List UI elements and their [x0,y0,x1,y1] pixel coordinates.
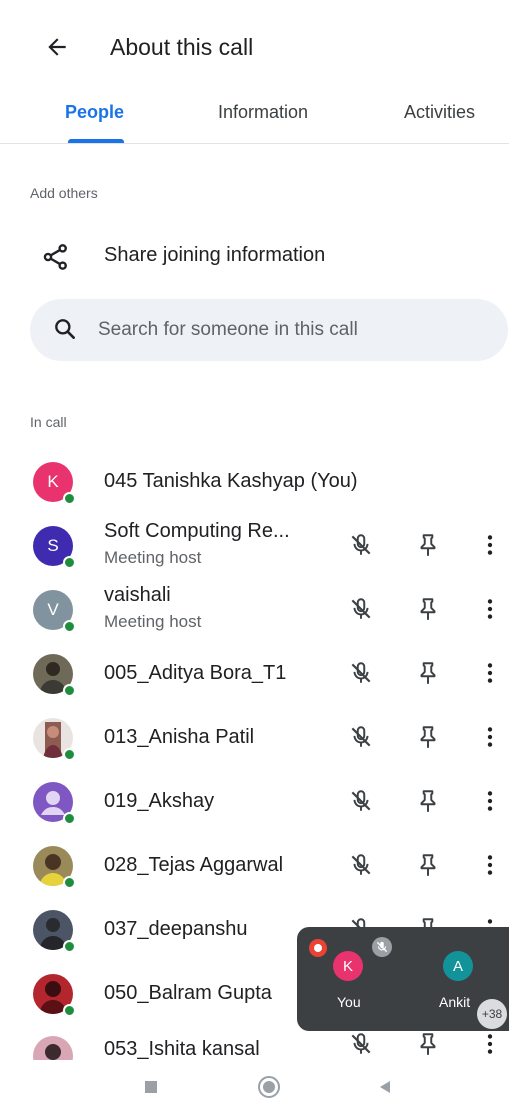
avatar: K [33,462,77,506]
app-bar: About this call [0,0,509,92]
pin-icon[interactable] [414,595,442,623]
online-status-dot [63,812,76,825]
back-nav-icon[interactable] [372,1074,398,1100]
system-nav-bar [0,1060,509,1113]
mic-off-icon[interactable] [347,595,375,623]
mini-tile-avatar-ankit: A [443,951,473,981]
tab-bar: People Information Activities [0,92,509,144]
online-status-dot [63,748,76,761]
avatar: S [33,526,77,570]
participant-row[interactable]: K 045 Tanishka Kashyap (You) [0,450,509,512]
participant-role: Meeting host [104,612,202,631]
online-status-dot [63,684,76,697]
more-vert-icon[interactable] [476,659,504,687]
in-call-label: In call [30,414,67,430]
share-joining-info-button[interactable]: Share joining information [0,225,509,287]
participant-name: Soft Computing Re... [104,520,290,542]
avatar: V [33,590,77,634]
pin-icon[interactable] [414,851,442,879]
avatar [33,974,77,1018]
more-vert-icon[interactable] [476,595,504,623]
mini-tile-avatar-you: K [333,951,363,981]
search-input[interactable] [98,313,488,347]
pin-icon[interactable] [414,659,442,687]
page-title: About this call [110,34,254,60]
share-joining-info-label: Share joining information [104,244,326,266]
mic-off-icon[interactable] [347,659,375,687]
mini-mic-off-icon [372,937,392,957]
participant-name: 045 Tanishka Kashyap (You) [104,470,358,492]
participant-name: 050_Balram Gupta [104,982,272,1004]
participant-name: vaishali [104,584,171,606]
participant-name: 028_Tejas Aggarwal [104,854,284,876]
online-status-dot [63,876,76,889]
mic-off-icon[interactable] [347,531,375,559]
share-icon [40,241,72,273]
home-icon[interactable] [256,1074,282,1100]
online-status-dot [63,492,76,505]
mini-tile-label-you: You [337,994,361,1010]
participant-row[interactable]: 019_Akshay [0,770,509,832]
tab-information[interactable]: Information [218,102,308,123]
more-vert-icon[interactable] [476,787,504,815]
mini-tile-label-ankit: Ankit [439,994,471,1010]
participant-name: 019_Akshay [104,790,215,812]
more-vert-icon[interactable] [476,1030,504,1058]
avatar [33,782,77,826]
mic-off-icon[interactable] [347,787,375,815]
tab-people[interactable]: People [65,102,124,123]
pin-icon[interactable] [414,1030,442,1058]
avatar-photo [33,1036,73,1060]
avatar [33,846,77,890]
back-arrow-icon[interactable] [40,30,74,64]
participant-row[interactable]: 028_Tejas Aggarwal [0,834,509,896]
online-status-dot [63,940,76,953]
pin-icon[interactable] [414,787,442,815]
mic-off-icon[interactable] [347,851,375,879]
avatar [33,1036,77,1060]
avatar [33,654,77,698]
more-vert-icon[interactable] [476,531,504,559]
participant-role: Meeting host [104,548,202,567]
online-status-dot [63,556,76,569]
participant-name: 005_Aditya Bora_T1 [104,662,287,684]
more-vert-icon[interactable] [476,851,504,879]
mic-off-icon[interactable] [347,1030,375,1058]
participant-row[interactable]: 005_Aditya Bora_T1 [0,642,509,704]
participant-name: 037_deepanshu [104,918,248,940]
mic-off-icon[interactable] [347,723,375,751]
extra-participants-badge: +38 [477,999,507,1029]
more-vert-icon[interactable] [476,723,504,751]
participant-name: 053_Ishita kansal [104,1038,260,1060]
active-tab-indicator [68,139,124,143]
search-icon [52,316,80,344]
online-status-dot [63,620,76,633]
mini-call-window[interactable]: K You A Ankit +38 [297,927,509,1031]
avatar [33,718,77,762]
search-bar[interactable] [30,299,508,361]
pin-icon[interactable] [414,531,442,559]
participant-row[interactable]: V vaishali Meeting host [0,578,509,640]
participant-row[interactable]: 013_Anisha Patil [0,706,509,768]
participant-row[interactable]: S Soft Computing Re... Meeting host [0,514,509,576]
pin-icon[interactable] [414,723,442,751]
avatar [33,910,77,954]
recording-icon [309,939,327,957]
online-status-dot [63,1004,76,1017]
add-others-label: Add others [30,185,98,201]
tab-activities[interactable]: Activities [404,102,475,123]
participant-name: 013_Anisha Patil [104,726,255,748]
recents-icon[interactable] [138,1074,164,1100]
